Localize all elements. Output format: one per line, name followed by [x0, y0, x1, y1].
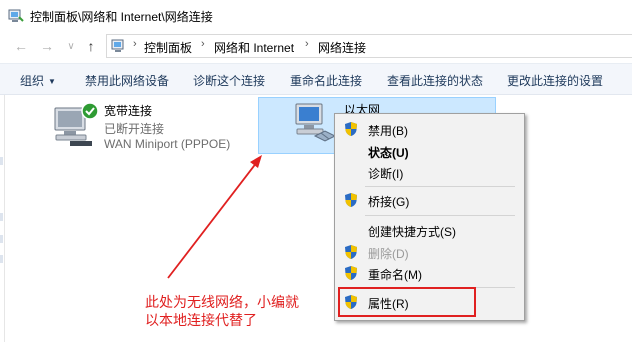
menu-item-label: 删除(D) [368, 247, 409, 261]
change-settings-button[interactable]: 更改此连接的设置 [507, 72, 603, 89]
command-bar: 组织 ▼ 禁用此网络设备 诊断这个连接 重命名此连接 查看此连接的状态 更改此连接… [0, 63, 632, 95]
organize-label: 组织 [20, 74, 45, 88]
diagnose-button[interactable]: 诊断这个连接 [193, 72, 265, 89]
menu-item-diagnose[interactable]: 诊断(I) [335, 162, 524, 182]
uac-shield-icon [345, 266, 357, 280]
breadcrumb-separator[interactable]: › [201, 38, 205, 50]
connection-item-broadband[interactable]: 宽带连接 已断开连接 WAN Miniport (PPPOE) [50, 100, 250, 154]
annotation-line-2: 以本地连接代替了 [145, 312, 257, 328]
breadcrumb-separator[interactable]: › [305, 38, 309, 50]
uac-shield-icon [345, 193, 357, 207]
menu-item-delete[interactable]: 删除(D) [335, 242, 524, 262]
menu-item-label: 诊断(I) [368, 167, 404, 181]
control-panel-icon [111, 39, 124, 52]
breadcrumb-separator: › [133, 38, 137, 50]
address-row: ← → ∨ ↑ › 控制面板 › 网络和 Internet › 网络连接 [0, 31, 632, 61]
rename-button[interactable]: 重命名此连接 [290, 72, 362, 89]
menu-item-bridge[interactable]: 桥接(G) [335, 190, 524, 210]
address-bar[interactable]: › 控制面板 › 网络和 Internet › 网络连接 [106, 34, 632, 58]
menu-item-label: 桥接(G) [368, 195, 410, 209]
menu-item-label: 创建快捷方式(S) [368, 225, 456, 239]
window-title: 控制面板\网络和 Internet\网络连接 [30, 10, 213, 24]
connection-status: 已断开连接 [104, 122, 165, 136]
disable-device-button[interactable]: 禁用此网络设备 [85, 72, 169, 89]
annotation-note: 此处为无线网络，小编就 以本地连接代替了 [145, 293, 299, 329]
breadcrumb-network-connections[interactable]: 网络连接 [318, 39, 366, 56]
up-arrow-icon[interactable]: ↑ [82, 37, 100, 55]
breadcrumb-control-panel[interactable]: 控制面板 [144, 39, 192, 56]
menu-item-disable[interactable]: 禁用(B) [335, 119, 524, 139]
menu-item-label: 状态(U) [368, 146, 409, 160]
network-connections-icon [8, 9, 24, 22]
forward-arrow-icon[interactable]: → [38, 37, 56, 55]
uac-shield-icon [345, 245, 357, 259]
annotation-line-1: 此处为无线网络，小编就 [145, 294, 299, 310]
dropdown-caret-icon: ▼ [48, 77, 56, 86]
menu-separator [365, 186, 515, 187]
uac-shield-icon [345, 122, 357, 136]
view-status-button[interactable]: 查看此连接的状态 [387, 72, 483, 89]
menu-item-create-shortcut[interactable]: 创建快捷方式(S) [335, 220, 524, 240]
connection-name: 宽带连接 [104, 104, 153, 118]
connection-device: WAN Miniport (PPPOE) [104, 137, 231, 151]
menu-item-label: 重命名(M) [368, 268, 422, 282]
menu-item-rename[interactable]: 重命名(M) [335, 263, 524, 283]
network-pc-check-icon [54, 102, 99, 146]
network-pc-cable-icon [295, 103, 337, 142]
recent-locations-icon[interactable]: ∨ [62, 37, 80, 55]
menu-item-label: 禁用(B) [368, 124, 408, 138]
navigation-pane-edge[interactable] [0, 95, 5, 342]
properties-highlight-box [338, 287, 476, 317]
menu-item-status[interactable]: 状态(U) [335, 141, 524, 161]
menu-separator [365, 215, 515, 216]
breadcrumb-network-internet[interactable]: 网络和 Internet [214, 39, 294, 56]
title-bar: 控制面板\网络和 Internet\网络连接 [0, 0, 632, 31]
organize-button[interactable]: 组织 ▼ [20, 72, 56, 89]
back-arrow-icon[interactable]: ← [12, 37, 30, 55]
